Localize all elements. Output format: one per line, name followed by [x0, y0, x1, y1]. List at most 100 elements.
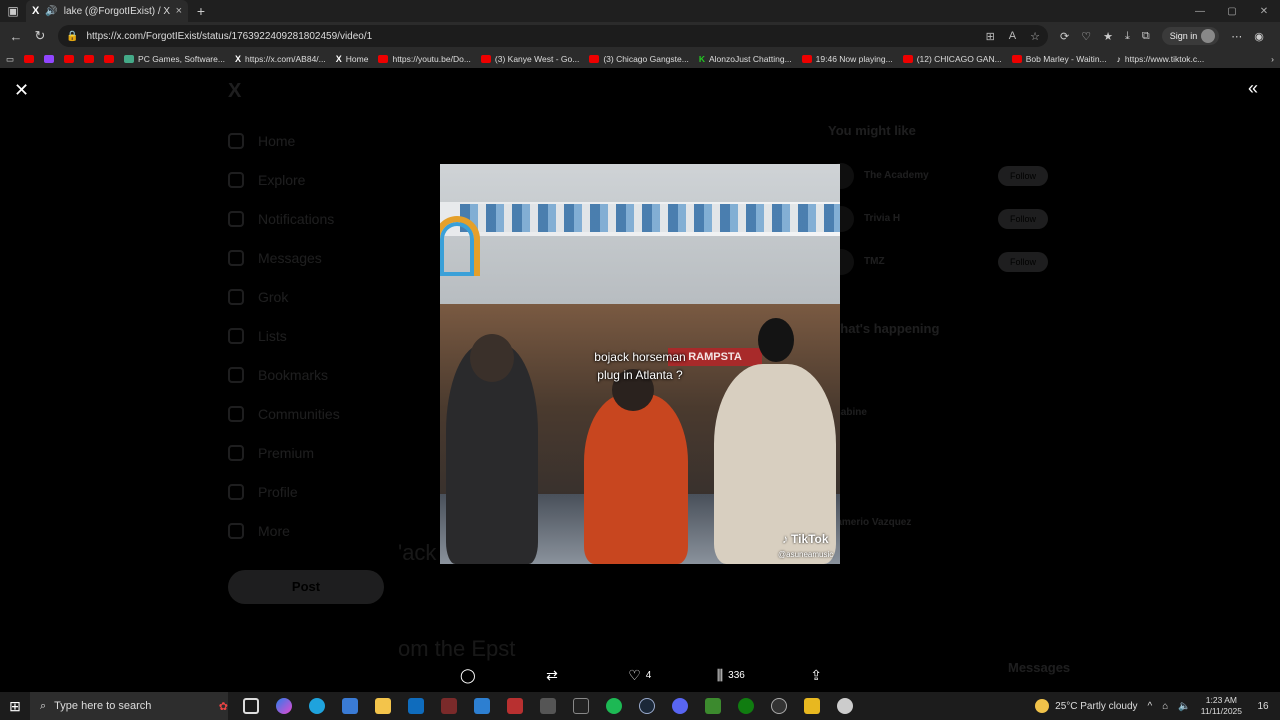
sign-in-button[interactable]: Sign in	[1161, 27, 1220, 45]
nav-label: Grok	[258, 288, 289, 305]
notifications-button[interactable]: 16	[1252, 701, 1274, 712]
bookmarks-overflow-icon[interactable]: ›	[1271, 54, 1274, 64]
nav-profile: Profile	[228, 472, 388, 511]
favorites-icon[interactable]: ★	[1103, 30, 1113, 43]
post-text-fragment: om the Epst	[398, 636, 516, 661]
like-button[interactable]: ♡ 4	[628, 667, 651, 684]
bookmark-item[interactable]: ♪ https://www.tiktok.c...	[1117, 54, 1205, 64]
discord-icon[interactable]	[663, 692, 696, 720]
close-window-button[interactable]: ✕	[1248, 6, 1280, 17]
close-viewer-button[interactable]: ✕	[14, 80, 29, 101]
youtube-icon	[589, 55, 600, 63]
app-icon[interactable]	[795, 692, 828, 720]
url-field[interactable]: 🔒 https://x.com/ForgotIExist/status/1763…	[58, 25, 1048, 47]
search-icon: ⌕	[40, 699, 47, 712]
repost-button[interactable]: ⇄	[546, 667, 563, 684]
bookmark-item[interactable]: X Home	[336, 54, 369, 64]
trend-item: ...	[828, 462, 1048, 517]
edge-icon[interactable]	[300, 692, 333, 720]
url-text[interactable]: https://x.com/ForgotIExist/status/176392…	[86, 31, 977, 42]
minimize-button[interactable]: —	[1184, 6, 1216, 17]
app-icon[interactable]	[828, 692, 861, 720]
extensions-icon[interactable]: ⟳	[1060, 30, 1069, 43]
reply-button[interactable]: ◯	[460, 667, 481, 684]
nav-lists: Lists	[228, 316, 388, 355]
minecraft-icon[interactable]	[696, 692, 729, 720]
alonzo-icon: K	[698, 54, 705, 64]
downloads-icon[interactable]: ⤓	[1125, 30, 1130, 43]
bookmark-label: Home	[345, 54, 369, 64]
views-button[interactable]: ⫼ 336	[717, 667, 745, 684]
new-tab-button[interactable]: +	[188, 3, 214, 19]
steam-icon[interactable]	[630, 692, 663, 720]
search-highlight-icon: ✿	[218, 700, 228, 713]
game-app-icon[interactable]	[432, 692, 465, 720]
tab-actions-icon[interactable]: ▣	[0, 0, 26, 22]
store-icon[interactable]	[333, 692, 366, 720]
game-app-icon[interactable]	[531, 692, 564, 720]
video-person-head	[470, 334, 514, 382]
bookmark-item[interactable]: (3) Kanye West - Go...	[480, 54, 579, 64]
bookmark-item[interactable]: https://youtu.be/Do...	[378, 54, 471, 64]
maximize-button[interactable]: ▢	[1216, 6, 1248, 17]
post-actions-bar: ◯ ⇄ ♡ 4 ⫼ 336 ⇪	[440, 664, 840, 686]
lock-icon[interactable]: 🔒	[66, 31, 78, 42]
bookmark-item[interactable]	[84, 55, 95, 63]
bookmark-item[interactable]	[24, 55, 35, 63]
youtube-icon	[24, 55, 35, 63]
copilot-app-icon[interactable]	[267, 692, 300, 720]
tray-overflow-icon[interactable]: ^	[1148, 701, 1153, 712]
collapse-panel-icon[interactable]: «	[1248, 78, 1258, 99]
share-button[interactable]: ⇪	[810, 667, 822, 684]
taskbar-search[interactable]: ⌕ Type here to search ✿	[30, 692, 228, 720]
bookmark-item[interactable]: PC Games, Software...	[124, 54, 225, 64]
tiktok-icon: ♪	[1116, 54, 1121, 64]
search-icon	[228, 171, 244, 188]
app-available-icon[interactable]: ⊞	[986, 30, 995, 43]
twitch-icon	[44, 55, 55, 63]
bookmark-item[interactable]	[44, 55, 55, 63]
tab-icon[interactable]: ▭	[6, 54, 14, 65]
bookmark-item[interactable]: Bob Marley - Waitin...	[1011, 54, 1107, 64]
browser-tab-active[interactable]: X 🔊 lake (@ForgotIExist) / X ×	[26, 0, 188, 22]
tab-close-icon[interactable]: ×	[176, 5, 182, 17]
views-count: 336	[728, 669, 745, 681]
app-icon[interactable]	[762, 692, 795, 720]
collections-icon[interactable]: ⧉	[1142, 30, 1150, 43]
bookmark-item[interactable]: Xhttps://x.com/AB84/...	[235, 54, 326, 64]
bookmark-item[interactable]	[104, 55, 115, 63]
favorite-star-icon[interactable]: ☆	[1030, 30, 1040, 43]
bookmark-item[interactable]: (12) CHICAGO GAN...	[902, 54, 1002, 64]
media-app-icon[interactable]	[564, 692, 597, 720]
windows-start-icon[interactable]: ⊞	[0, 698, 30, 715]
bookmark-item[interactable]: 19:46 Now playing...	[801, 54, 893, 64]
back-arrow-icon[interactable]: ←	[4, 29, 28, 44]
bookmark-item[interactable]: (3) Chicago Gangste...	[589, 54, 689, 64]
game-app-icon[interactable]	[498, 692, 531, 720]
refresh-icon[interactable]: ↻	[28, 28, 52, 44]
network-icon[interactable]: ⌂	[1162, 701, 1168, 712]
outlook-icon[interactable]	[399, 692, 432, 720]
file-explorer-icon[interactable]	[366, 692, 399, 720]
browser-essentials-icon[interactable]: ♡	[1081, 30, 1091, 43]
video-player[interactable]: RAMPSTA bojack horseman plug in Atlanta …	[440, 164, 840, 564]
weather-widget[interactable]: 25°C Partly cloudy	[1035, 699, 1138, 713]
follow-button: Follow	[997, 208, 1048, 229]
clock[interactable]: 1:23 AM 11/11/2025	[1201, 695, 1242, 717]
spotify-icon[interactable]	[597, 692, 630, 720]
game-app-icon[interactable]	[465, 692, 498, 720]
more-menu-icon[interactable]: ⋯	[1231, 30, 1242, 43]
audio-playing-icon[interactable]: 🔊	[45, 6, 57, 17]
volume-icon[interactable]: 🔈	[1178, 701, 1190, 712]
bookmark-item[interactable]: K AlonzoJust Chatting...	[699, 54, 792, 64]
suggestion-row: The Academy Follow	[828, 154, 1048, 197]
task-view-icon[interactable]	[234, 692, 267, 720]
suggestion-row: TMZ Follow	[828, 240, 1048, 283]
list-icon	[228, 327, 244, 344]
nav-bookmarks: Bookmarks	[228, 355, 388, 394]
bookmark-item[interactable]	[64, 55, 75, 63]
xbox-icon[interactable]	[729, 692, 762, 720]
copilot-icon[interactable]: ◉	[1254, 30, 1264, 43]
post-button: Post	[228, 570, 384, 604]
read-aloud-icon[interactable]: A	[1009, 30, 1016, 43]
